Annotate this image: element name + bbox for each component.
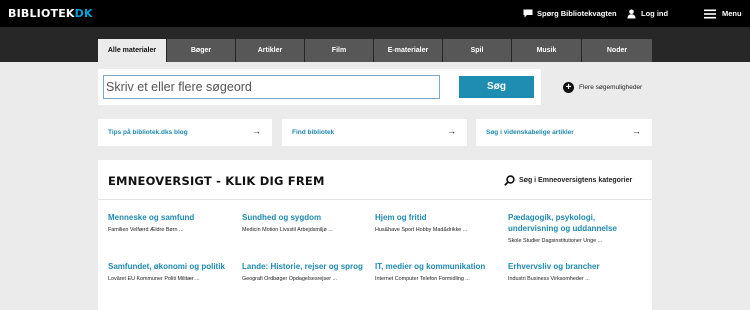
quick-link-blog[interactable]: Tips på bibliotek.dks blog → (98, 119, 272, 146)
arrow-right-icon: → (632, 126, 641, 136)
quick-link-scientific-articles[interactable]: Søg i videnskabelige artikler → (476, 119, 652, 146)
subject-people-society[interactable]: Menneske og samfund Familien Velfærd Æld… (108, 212, 236, 233)
subject-title[interactable]: IT, medier og kommunikation (375, 261, 503, 272)
search-button[interactable]: Søg (459, 76, 534, 98)
subject-title[interactable]: Menneske og samfund (108, 212, 236, 223)
login-label: Log ind (641, 9, 669, 18)
tab-articles[interactable]: Artikler (236, 39, 304, 62)
category-search-label: Søg i Emneoversigtens kategorier (519, 177, 633, 184)
tab-books[interactable]: Bøger (167, 39, 235, 62)
subject-title[interactable]: Lande: Historie, rejser og sprog (242, 261, 370, 272)
subject-title[interactable]: Hjem og fritid (375, 212, 503, 223)
logo-suffix: DK (74, 7, 93, 20)
subject-health-disease[interactable]: Sundhed og sygdom Medicin Motion Livssti… (242, 212, 370, 233)
menu-button[interactable]: Menu (704, 8, 744, 20)
search-input[interactable] (103, 75, 440, 99)
more-search-options-link[interactable]: + Flere søgemuligheder (563, 81, 673, 95)
quick-link-label: Søg i videnskabelige artikler (486, 129, 574, 136)
subject-title[interactable]: Samfundet, økonomi og politik (108, 261, 236, 272)
search-icon (504, 175, 515, 186)
tab-games[interactable]: Spil (443, 39, 511, 62)
plus-icon: + (563, 82, 574, 93)
subject-overview-panel: EMNEOVERSIGT - KLIK DIG FREM Søg i Emneo… (98, 160, 652, 310)
tab-music[interactable]: Musik (512, 39, 581, 62)
subject-subtopics: Familien Velfærd Ældre Børn ... (108, 227, 184, 233)
subject-subtopics: Lovåret EU Kommuner Politi Militær ... (108, 276, 200, 282)
quick-link-label: Find bibliotek (292, 129, 335, 136)
chat-bubble-icon (523, 9, 533, 18)
subject-countries-history[interactable]: Lande: Historie, rejser og sprog Geograf… (242, 261, 370, 282)
tab-all-materials[interactable]: Alle materialer (98, 39, 166, 62)
tab-film[interactable]: Film (305, 39, 373, 62)
subject-subtopics: Medicin Motion Livsstil Arbejdsmiljø ... (242, 227, 333, 233)
menu-label: Menu (722, 9, 742, 18)
category-search-link[interactable]: Søg i Emneoversigtens kategorier (504, 175, 644, 187)
subject-subtopics: Skole Studier Dagsinstitutioner Unge ... (508, 238, 603, 244)
site-logo[interactable]: BIBLIOTEKDK (8, 7, 93, 20)
logo-main: BIBLIOTEK (8, 7, 75, 20)
ask-librarian-label: Spørg Bibliotekvagten (537, 9, 617, 18)
login-link[interactable]: Log ind (627, 8, 687, 20)
subject-pedagogy-psychology[interactable]: Pædagogik, psykologi, undervisning og ud… (508, 212, 640, 244)
subject-it-media[interactable]: IT, medier og kommunikation Internet Com… (375, 261, 503, 282)
subject-overview-title: EMNEOVERSIGT - KLIK DIG FREM (108, 174, 325, 188)
subject-economy-politics[interactable]: Samfundet, økonomi og politik Lovåret EU… (108, 261, 236, 282)
arrow-right-icon: → (447, 126, 456, 136)
more-search-options-label: Flere søgemuligheder (579, 84, 643, 91)
subject-business-industries[interactable]: Erhvervsliv og brancher Industri Busines… (508, 261, 636, 282)
subject-title[interactable]: Sundhed og sygdom (242, 212, 370, 223)
quick-link-find-library[interactable]: Find bibliotek → (282, 119, 467, 146)
subject-subtopics: Geografi Ordbøger Opdagelsesrejser ... (242, 276, 337, 282)
subject-overview-header: EMNEOVERSIGT - KLIK DIG FREM Søg i Emneo… (98, 160, 652, 200)
quick-link-label: Tips på bibliotek.dks blog (108, 129, 188, 136)
subject-subtopics: Hus&have Sport Hobby Mad&drikke ... (375, 227, 468, 233)
arrow-right-icon: → (252, 126, 261, 136)
subject-title[interactable]: Erhvervsliv og brancher (508, 261, 636, 272)
user-icon (627, 9, 636, 19)
tab-e-materials[interactable]: E-materialer (374, 39, 442, 62)
subject-home-leisure[interactable]: Hjem og fritid Hus&have Sport Hobby Mad&… (375, 212, 503, 233)
hamburger-icon (704, 9, 716, 19)
subject-subtopics: Internet Computer Telefon Formidling ... (375, 276, 470, 282)
subject-subtopics: Industri Business Virksomheder ... (508, 276, 590, 282)
subject-title[interactable]: Pædagogik, psykologi, undervisning og ud… (508, 212, 640, 234)
tab-sheet-music[interactable]: Noder (582, 39, 652, 62)
ask-librarian-link[interactable]: Spørg Bibliotekvagten (523, 8, 623, 20)
